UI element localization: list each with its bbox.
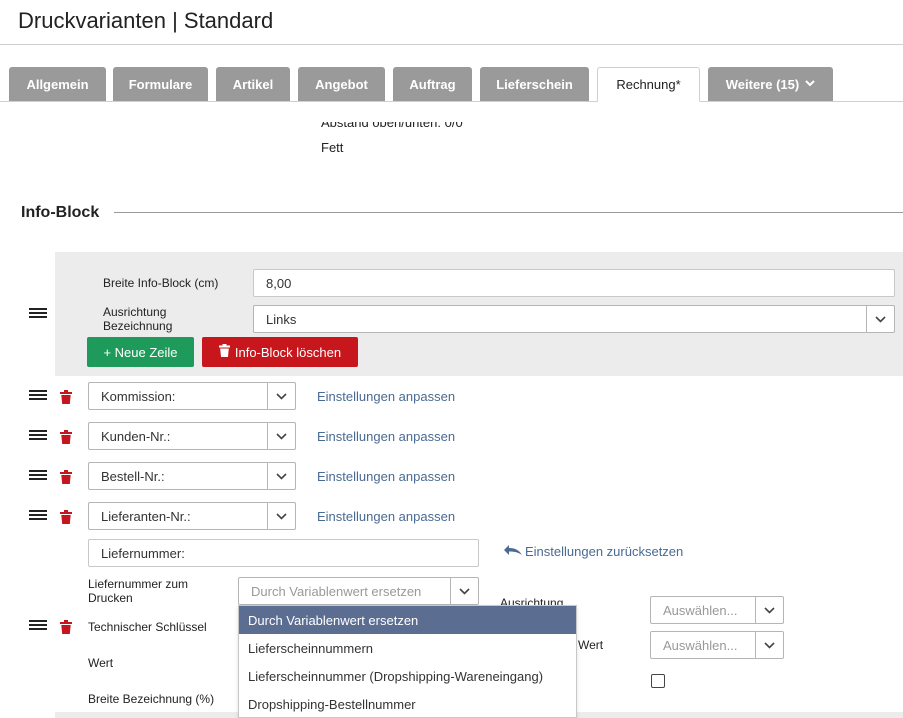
liefernummer-label-input[interactable]: Liefernummer: — [88, 539, 479, 567]
reset-settings-link[interactable]: Einstellungen zurücksetzen — [502, 544, 683, 559]
delete-info-block-button[interactable]: Info-Block löschen — [202, 337, 358, 367]
align-select[interactable]: Links — [253, 305, 895, 333]
value-right-label: Wert — [578, 638, 604, 652]
dropdown-option[interactable]: Dropshipping-Bestellnummer — [239, 690, 576, 717]
print-label-line2: Drucken — [88, 591, 133, 605]
print-label-line1: Liefernummer zum — [88, 577, 189, 591]
row-select-kommission[interactable]: Kommission: — [88, 382, 296, 410]
align-label-line2: Bezeichnung — [103, 319, 173, 333]
section-title-info-block: Info-Block — [21, 204, 100, 221]
row-select-lieferanten-nr[interactable]: Lieferanten-Nr.: — [88, 502, 296, 530]
chevron-down-icon — [267, 383, 295, 409]
tab-weitere[interactable]: Weitere (15) — [708, 67, 833, 101]
alignment-select-value: Auswählen... — [663, 602, 738, 618]
reset-settings-label: Einstellungen zurücksetzen — [525, 544, 684, 559]
delete-info-block-label: Info-Block löschen — [234, 344, 342, 360]
chevron-down-icon — [267, 503, 295, 529]
tab-bar: Allgemein Formulare Artikel Angebot Auft… — [0, 67, 903, 102]
chevron-down-icon — [805, 79, 815, 90]
trash-icon[interactable] — [60, 390, 72, 404]
tab-artikel[interactable]: Artikel — [216, 67, 290, 101]
value-alignment-select[interactable]: Auswählen... — [650, 631, 784, 659]
spacing-text-cut: Abstand oben/unten: 0/0 — [321, 122, 463, 130]
chevron-down-icon — [755, 632, 783, 658]
print-mode-select-value: Durch Variablenwert ersetzen — [251, 583, 422, 599]
row-select-kunden-nr[interactable]: Kunden-Nr.: — [88, 422, 296, 450]
tab-angebot[interactable]: Angebot — [298, 67, 385, 101]
section-divider — [114, 212, 903, 213]
row-select-value: Lieferanten-Nr.: — [101, 508, 191, 524]
chevron-down-icon — [755, 597, 783, 623]
dropdown-option[interactable]: Lieferscheinnummern — [239, 634, 576, 662]
info-block-width-input[interactable]: 8,00 — [253, 269, 895, 297]
alignment-select[interactable]: Auswählen... — [650, 596, 784, 624]
adjust-settings-link[interactable]: Einstellungen anpassen — [317, 469, 455, 484]
tab-rechnung[interactable]: Rechnung* — [597, 67, 700, 102]
trash-icon[interactable] — [60, 510, 72, 524]
chevron-down-icon — [866, 306, 894, 332]
print-mode-select[interactable]: Durch Variablenwert ersetzen — [238, 577, 479, 605]
tech-key-label: Technischer Schlüssel — [88, 620, 207, 634]
drag-handle-icon[interactable] — [29, 470, 47, 483]
undo-icon — [502, 544, 523, 559]
dropdown-option[interactable]: Lieferscheinnummer (Dropshipping-Warenei… — [239, 662, 576, 690]
tab-auftrag[interactable]: Auftrag — [393, 67, 472, 101]
label-width-label: Breite Bezeichnung (%) — [88, 692, 215, 706]
trash-icon[interactable] — [60, 430, 72, 444]
value-alignment-select-value: Auswählen... — [663, 637, 738, 653]
drag-handle-icon[interactable] — [29, 308, 47, 321]
row-select-value: Kommission: — [101, 388, 176, 404]
drag-handle-icon[interactable] — [29, 510, 47, 523]
row-select-value: Kunden-Nr.: — [101, 428, 171, 444]
align-label-line1: Ausrichtung — [103, 305, 167, 319]
print-mode-dropdown: Durch Variablenwert ersetzen Lieferschei… — [238, 605, 577, 718]
adjust-settings-link[interactable]: Einstellungen anpassen — [317, 429, 455, 444]
trash-icon — [218, 344, 230, 360]
tab-lieferschein[interactable]: Lieferschein — [480, 67, 589, 101]
page-title: Druckvarianten | Standard — [18, 8, 274, 33]
drag-handle-icon[interactable] — [29, 430, 47, 443]
row-select-bestell-nr[interactable]: Bestell-Nr.: — [88, 462, 296, 490]
chevron-down-icon — [450, 578, 478, 604]
row-select-value: Bestell-Nr.: — [101, 468, 165, 484]
dropdown-option[interactable]: Durch Variablenwert ersetzen — [239, 606, 576, 634]
tab-allgemein[interactable]: Allgemein — [9, 67, 106, 101]
tabs-divider — [0, 101, 903, 102]
drag-handle-icon[interactable] — [29, 390, 47, 403]
adjust-settings-link[interactable]: Einstellungen anpassen — [317, 389, 455, 404]
tab-weitere-label: Weitere (15) — [725, 76, 800, 92]
trash-icon[interactable] — [60, 620, 72, 634]
chevron-down-icon — [267, 423, 295, 449]
align-select-value: Links — [266, 311, 297, 327]
font-weight-text: Fett — [321, 140, 344, 155]
title-divider — [0, 44, 903, 45]
bold-checkbox[interactable] — [651, 674, 665, 688]
chevron-down-icon — [267, 463, 295, 489]
new-row-button[interactable]: + Neue Zeile — [87, 337, 194, 367]
drag-handle-icon[interactable] — [29, 620, 47, 633]
info-block-width-label: Breite Info-Block (cm) — [103, 276, 219, 290]
trash-icon[interactable] — [60, 470, 72, 484]
tab-formulare[interactable]: Formulare — [113, 67, 208, 101]
value-label: Wert — [88, 656, 114, 670]
adjust-settings-link[interactable]: Einstellungen anpassen — [317, 509, 455, 524]
